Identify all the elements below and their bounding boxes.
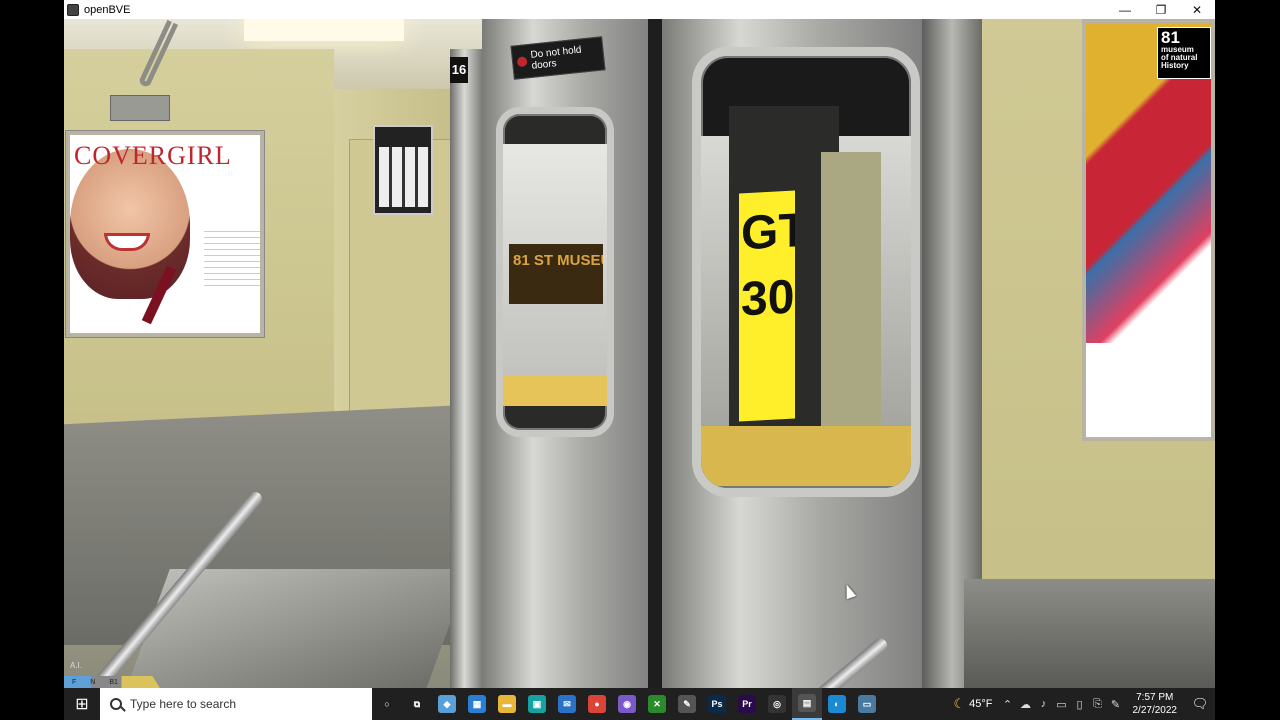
close-button[interactable]: ✕ <box>1179 0 1215 19</box>
search-placeholder: Type here to search <box>130 697 237 711</box>
taskbar-snip-icon[interactable]: ▣ <box>522 688 552 720</box>
taskbar-window-app-icon[interactable]: ▭ <box>852 688 882 720</box>
taskbar-clock[interactable]: 7:57 PM 2/27/2022 <box>1133 691 1178 717</box>
gauge-segment-b1: B1 <box>109 678 118 686</box>
taskbar-tool-icon[interactable]: ✎ <box>672 688 702 720</box>
window-title: openBVE <box>84 3 131 16</box>
taskbar-paint-icon[interactable]: ◆ <box>432 688 462 720</box>
desktop: openBVE — ❐ ✕ COVERGIRL 16 Do not hold d… <box>0 0 1280 720</box>
right-seat <box>964 579 1215 688</box>
paint-icon: ◆ <box>438 695 456 713</box>
taskbar-obs-icon[interactable]: ◎ <box>762 688 792 720</box>
taskbar-photoshop-icon[interactable]: Ps <box>702 688 732 720</box>
car-number-plate: 16 <box>450 57 468 83</box>
minimize-button[interactable]: — <box>1107 0 1143 19</box>
taskbar-xbox-icon[interactable]: ✕ <box>642 688 672 720</box>
platform-edge <box>503 376 607 406</box>
maximize-button[interactable]: ❐ <box>1143 0 1179 19</box>
train-interior-viewport[interactable]: COVERGIRL 16 Do not hold doors 81 ST MUS… <box>64 19 1215 688</box>
battery-icon[interactable]: ▯ <box>1071 698 1089 711</box>
chevron-up-icon[interactable]: ⌃ <box>999 698 1017 711</box>
ad-copy-text <box>204 231 260 291</box>
discord-icon: ◉ <box>618 695 636 713</box>
ceiling-light <box>244 19 404 41</box>
snip-icon: ▣ <box>528 695 546 713</box>
right-door-window: GT 30 <box>692 47 920 497</box>
museum-81-logo: 81 museum of natural History <box>1157 27 1211 79</box>
taskbar-search-box[interactable]: Type here to search <box>100 688 372 720</box>
store-icon: ▦ <box>468 695 486 713</box>
window-app-icon: ▭ <box>858 695 876 713</box>
instructions-panels <box>379 147 429 207</box>
gauge-segment-n: N <box>90 678 96 686</box>
tool-icon: ✎ <box>678 695 696 713</box>
mail-icon: ✉ <box>558 695 576 713</box>
letterbox-left <box>0 0 64 720</box>
taskbar-premiere-icon[interactable]: Pr <box>732 688 762 720</box>
task-view-icon: ⧉ <box>408 695 426 713</box>
chrome-icon: ● <box>588 695 606 713</box>
display-icon[interactable]: ⎘ <box>1089 698 1107 711</box>
taskbar-cortana-icon[interactable]: ○ <box>372 688 402 720</box>
clock-time: 7:57 PM <box>1136 692 1174 703</box>
edge-icon: ◐ <box>828 695 846 713</box>
photoshop-icon: Ps <box>708 695 726 713</box>
poster-bottom <box>1086 343 1211 437</box>
network-icon[interactable]: ▭ <box>1053 698 1071 711</box>
taskbar-file-explorer-icon[interactable]: ▬ <box>492 688 522 720</box>
windows-taskbar: ⊞ Type here to search ○ ⧉ ◆ ▦ ▬ ▣ ✉ ● ◉ ✕ ✎ Ps Pr ◎ ▤ ◐… <box>64 688 1215 720</box>
window-titlebar[interactable]: openBVE — ❐ ✕ <box>64 0 1215 19</box>
left-door-window: 81 ST MUSEUM NATURAL HI <box>496 107 614 437</box>
premiere-icon: Pr <box>738 695 756 713</box>
gauge-segment-f: F <box>72 678 77 686</box>
taskbar-chrome-icon[interactable]: ● <box>582 688 612 720</box>
taskbar-edge-icon[interactable]: ◐ <box>822 688 852 720</box>
clock-date: 2/27/2022 <box>1132 705 1178 716</box>
cortana-icon: ○ <box>378 695 396 713</box>
taskbar-apps: ○ ⧉ ◆ ▦ ▬ ▣ ✉ ● ◉ ✕ ✎ Ps Pr ◎ ▤ ◐ ▭ <box>372 688 882 720</box>
taskbar-task-view-icon[interactable]: ⧉ <box>402 688 432 720</box>
wall-plaque <box>110 95 170 121</box>
onedrive-icon[interactable]: ☁ <box>1017 698 1035 711</box>
ai-indicator: A.I. <box>70 661 83 670</box>
search-icon <box>110 698 122 710</box>
start-button[interactable]: ⊞ <box>64 688 100 720</box>
volume-icon[interactable]: ♪ <box>1035 698 1053 710</box>
obs-icon: ◎ <box>768 695 786 713</box>
right-ad-poster <box>1082 19 1215 441</box>
logo-number: 81 <box>1161 28 1180 47</box>
taskbar-openbve-icon[interactable]: ▤ <box>792 688 822 720</box>
yellow-stop-sign: GT 30 <box>739 190 795 422</box>
no-symbol-icon <box>516 56 528 68</box>
door-sign-text: Do not hold doors <box>529 44 583 72</box>
moon-icon: ☾ <box>953 696 966 711</box>
taskbar-discord-icon[interactable]: ◉ <box>612 688 642 720</box>
openbve-app-icon <box>67 3 79 16</box>
power-brake-gauge: F N B1 <box>64 676 160 688</box>
taskbar-mail-icon[interactable]: ✉ <box>552 688 582 720</box>
door-pole <box>450 49 482 688</box>
taskbar-store-icon[interactable]: ▦ <box>462 688 492 720</box>
file-explorer-icon: ▬ <box>498 695 516 713</box>
covergirl-ad: COVERGIRL <box>66 131 264 337</box>
letterbox-right <box>1215 0 1280 720</box>
xbox-icon: ✕ <box>648 695 666 713</box>
pen-icon[interactable]: ✎ <box>1107 698 1125 711</box>
openbve-icon: ▤ <box>798 694 816 712</box>
weather-temp: 45°F <box>969 698 993 710</box>
station-name-sign: 81 ST MUSEUM NATURAL HI <box>509 244 603 304</box>
logo-line-3: History <box>1161 61 1189 70</box>
openbve-window: openBVE — ❐ ✕ COVERGIRL 16 Do not hold d… <box>64 0 1215 688</box>
emergency-instructions-sign <box>373 125 433 215</box>
notification-icon[interactable]: 🗨 <box>1185 688 1215 720</box>
weather-widget[interactable]: ☾ 45°F <box>953 696 992 712</box>
platform-floor <box>701 426 911 486</box>
system-tray: ☾ 45°F ⌃ ☁ ♪ ▭ ▯ ⎘ ✎ 7:57 PM 2/27/2022 🗨 <box>953 688 1215 720</box>
ad-brand: COVERGIRL <box>74 141 232 170</box>
